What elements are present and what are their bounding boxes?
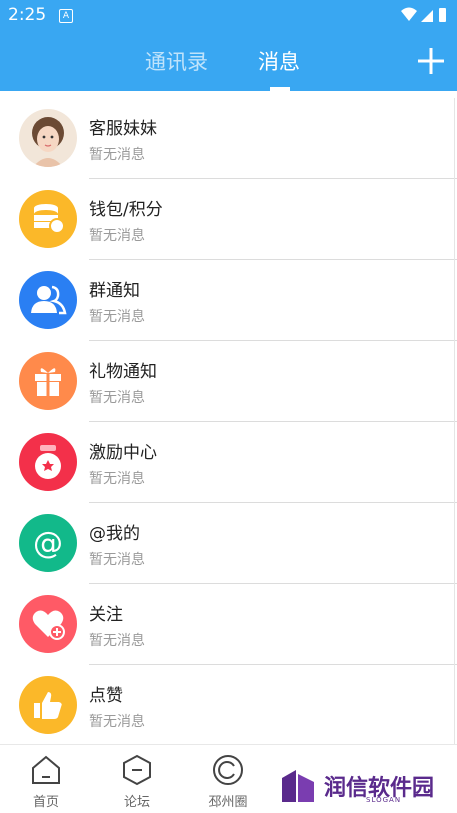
list-item[interactable]: 关注 暂无消息 xyxy=(0,584,457,665)
nav-forum[interactable]: 论坛 xyxy=(97,745,177,813)
item-subtitle: 暂无消息 xyxy=(89,228,145,244)
message-list: 客服妹妹 暂无消息 钱包/积分 暂无消息 群通知 暂无消息 礼物通知 暂无消息 … xyxy=(0,98,457,746)
at-icon: @ xyxy=(19,514,77,572)
item-title: 客服妹妹 xyxy=(89,119,157,139)
item-title: 钱包/积分 xyxy=(89,200,163,220)
item-subtitle: 暂无消息 xyxy=(89,390,145,406)
item-title: @我的 xyxy=(89,524,140,544)
item-subtitle: 暂无消息 xyxy=(89,309,145,325)
circle-icon xyxy=(213,755,243,785)
nav-label: 首页 xyxy=(32,795,59,810)
nav-label: 邳州圈 xyxy=(208,795,248,810)
nav-label: 论坛 xyxy=(123,795,150,810)
group-icon xyxy=(19,271,77,329)
item-title: 激励中心 xyxy=(89,443,157,463)
item-subtitle: 暂无消息 xyxy=(89,714,145,730)
signal-icon xyxy=(421,10,433,22)
item-title: 礼物通知 xyxy=(89,362,157,382)
tab-contacts[interactable]: 通讯录 xyxy=(145,46,208,76)
list-item[interactable]: 礼物通知 暂无消息 xyxy=(0,341,457,422)
item-subtitle: 暂无消息 xyxy=(89,147,145,163)
watermark-logo: 润信软件园 SLOGAN xyxy=(278,768,452,806)
app-header: 2:25 A 通讯录 消息 xyxy=(0,0,457,91)
item-subtitle: 暂无消息 xyxy=(89,471,145,487)
watermark-slogan: SLOGAN xyxy=(366,796,402,804)
list-item[interactable]: @ @我的 暂无消息 xyxy=(0,503,457,584)
wifi-icon xyxy=(401,7,417,21)
tab-messages[interactable]: 消息 xyxy=(258,46,300,76)
battery-icon xyxy=(439,8,446,22)
status-time: 2:25 xyxy=(8,5,47,25)
list-item[interactable]: 钱包/积分 暂无消息 xyxy=(0,179,457,260)
watermark-icon xyxy=(282,770,314,802)
list-item[interactable]: 点赞 暂无消息 xyxy=(0,665,457,746)
tab-indicator xyxy=(270,87,290,91)
heart-plus-icon xyxy=(19,595,77,653)
top-tabs: 通讯录 消息 xyxy=(0,30,457,91)
status-icons xyxy=(401,7,446,22)
nav-home[interactable]: 首页 xyxy=(6,745,86,813)
item-subtitle: 暂无消息 xyxy=(89,633,145,649)
item-title: 点赞 xyxy=(89,686,123,706)
thumbs-up-icon xyxy=(19,676,77,734)
item-title: 关注 xyxy=(89,605,123,625)
item-subtitle: 暂无消息 xyxy=(89,552,145,568)
nav-circle[interactable]: 邳州圈 xyxy=(188,745,268,813)
item-title: 群通知 xyxy=(89,281,140,301)
medal-icon xyxy=(19,433,77,491)
scrollbar xyxy=(454,98,455,748)
customer-service-avatar xyxy=(19,109,77,167)
notification-a-icon: A xyxy=(59,9,73,23)
gift-icon xyxy=(19,352,77,410)
list-item[interactable]: 群通知 暂无消息 xyxy=(0,260,457,341)
list-item[interactable]: 客服妹妹 暂无消息 xyxy=(0,98,457,179)
coins-icon xyxy=(19,190,77,248)
list-item[interactable]: 激励中心 暂无消息 xyxy=(0,422,457,503)
svg-text:@: @ xyxy=(33,526,63,561)
home-icon xyxy=(32,755,60,784)
status-bar: 2:25 A xyxy=(0,0,457,30)
plus-icon[interactable] xyxy=(416,46,446,76)
forum-icon xyxy=(123,754,151,786)
